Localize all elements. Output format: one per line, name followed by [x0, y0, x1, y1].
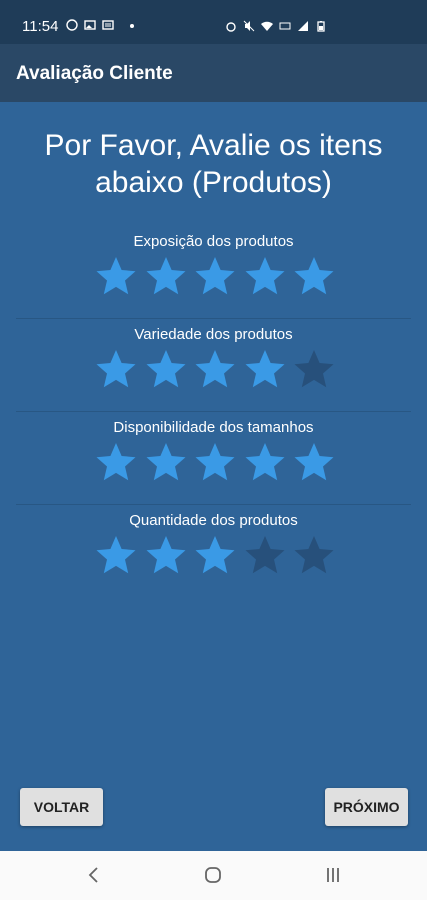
back-button[interactable]: VOLTAR [20, 788, 103, 826]
rating-item: Disponibilidade dos tamanhos [16, 412, 411, 505]
star-filled-icon[interactable] [95, 441, 137, 483]
back-icon[interactable] [84, 865, 104, 885]
status-left-icons [66, 19, 114, 31]
volte-icon [279, 20, 291, 32]
star-filled-icon[interactable] [95, 348, 137, 390]
navigation-bar [0, 851, 427, 900]
rating-item: Exposição dos produtos [16, 226, 411, 319]
alarm-icon [225, 20, 237, 32]
mute-icon [243, 20, 255, 32]
star-filled-icon[interactable] [194, 255, 236, 297]
star-filled-icon[interactable] [145, 255, 187, 297]
message-icon [102, 19, 114, 31]
signal-icon [297, 20, 309, 32]
rating-label: Variedade dos produtos [134, 326, 293, 343]
star-rating-bar[interactable] [95, 348, 335, 390]
star-filled-icon[interactable] [95, 534, 137, 576]
star-rating-bar[interactable] [95, 441, 335, 483]
rating-item: Variedade dos produtos [16, 319, 411, 412]
star-rating-bar[interactable] [95, 534, 335, 576]
star-filled-icon[interactable] [293, 441, 335, 483]
gallery-icon [84, 19, 96, 31]
app-bar: Avaliação Cliente [0, 44, 427, 102]
status-time: 11:54 [22, 18, 59, 35]
star-filled-icon[interactable] [244, 255, 286, 297]
home-icon[interactable] [203, 865, 223, 885]
star-filled-icon[interactable] [145, 534, 187, 576]
next-button[interactable]: PRÓXIMO [325, 788, 408, 826]
rating-label: Disponibilidade dos tamanhos [113, 419, 314, 436]
star-filled-icon[interactable] [244, 441, 286, 483]
recent-apps-icon[interactable] [323, 865, 343, 885]
status-right-icons [225, 20, 327, 32]
star-filled-icon[interactable] [293, 255, 335, 297]
wifi-icon [261, 20, 273, 32]
rating-label: Exposição dos produtos [133, 233, 294, 250]
rating-item: Quantidade dos produtos [16, 505, 411, 598]
app-title: Avaliação Cliente [16, 63, 173, 84]
status-bar: 11:54 [0, 0, 427, 44]
star-filled-icon[interactable] [95, 255, 137, 297]
star-filled-icon[interactable] [145, 441, 187, 483]
star-empty-icon[interactable] [293, 348, 335, 390]
star-rating-bar[interactable] [95, 255, 335, 297]
whatsapp-icon [66, 19, 78, 31]
rating-label: Quantidade dos produtos [129, 512, 298, 529]
star-empty-icon[interactable] [244, 534, 286, 576]
heading-line-1: Por Favor, Avalie os itens [44, 129, 383, 162]
star-empty-icon[interactable] [293, 534, 335, 576]
notification-dot [130, 24, 134, 28]
star-filled-icon[interactable] [194, 534, 236, 576]
star-filled-icon[interactable] [145, 348, 187, 390]
rating-list: Exposição dos produtos Variedade dos pro… [16, 226, 411, 598]
page-heading: Por Favor, Avalie os itens abaixo (Produ… [0, 127, 427, 201]
star-filled-icon[interactable] [194, 348, 236, 390]
star-filled-icon[interactable] [244, 348, 286, 390]
heading-line-2: abaixo (Produtos) [95, 166, 332, 199]
star-filled-icon[interactable] [194, 441, 236, 483]
battery-icon [315, 20, 327, 32]
